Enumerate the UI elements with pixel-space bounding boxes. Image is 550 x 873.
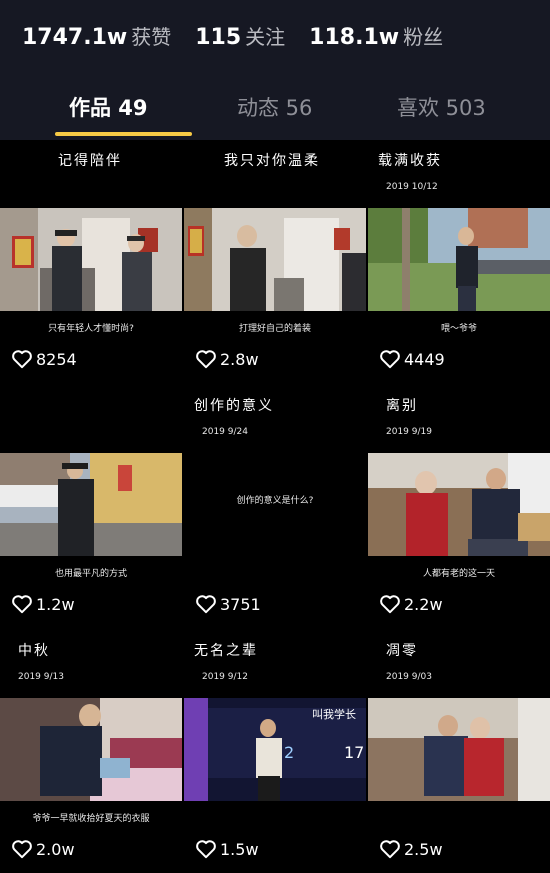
like-count[interactable]: 3751 bbox=[195, 594, 261, 614]
heart-outline-icon bbox=[380, 840, 400, 859]
heart-outline-icon bbox=[12, 840, 32, 859]
like-count-value: 1.5w bbox=[220, 839, 259, 859]
following-count: 115 bbox=[195, 24, 242, 50]
video-date: 2019 9/19 bbox=[386, 427, 432, 437]
heart-outline-icon bbox=[380, 350, 400, 369]
stage-banner-text: 叫我学长 bbox=[312, 707, 356, 721]
like-count[interactable]: 8254 bbox=[11, 349, 77, 369]
video-title: 中秋 bbox=[18, 643, 50, 659]
video-title: 离别 bbox=[386, 398, 418, 414]
heart-outline-icon bbox=[12, 350, 32, 369]
stat-following[interactable]: 115 关注 bbox=[195, 21, 285, 50]
video-card[interactable]: 创作的意义 2019 9/24 创作的意义是什么? 3751 bbox=[184, 385, 366, 627]
profile-tabs: 作品 49 动态 56 喜欢 503 bbox=[0, 70, 550, 140]
video-thumbnail bbox=[0, 453, 182, 556]
video-title: 我只对你温柔 bbox=[224, 153, 320, 169]
like-count-value: 1.2w bbox=[36, 594, 75, 614]
video-card[interactable]: 离别 2019 9/19 人都有老的这一天 2.2w bbox=[368, 385, 550, 627]
stage-number-right: 17 bbox=[344, 743, 364, 762]
likes-count: 1747.1w bbox=[22, 24, 128, 50]
like-count[interactable]: 2.0w bbox=[11, 839, 75, 859]
video-caption: 人都有老的这一天 bbox=[422, 569, 495, 579]
video-caption: 也用最平凡的方式 bbox=[54, 569, 127, 579]
video-thumbnail bbox=[368, 698, 550, 801]
video-title: 载满收获 bbox=[378, 153, 442, 169]
video-caption: 只有年轻人才懂时尚? bbox=[48, 324, 134, 334]
video-grid: 记得陪伴 只有年轻人才懂时尚? 8254 我只对你温柔 打理好自己的着装 2.8… bbox=[0, 140, 550, 873]
like-count-value: 2.2w bbox=[404, 594, 443, 614]
stage-number-left: 2 bbox=[284, 743, 294, 762]
fans-count: 118.1w bbox=[309, 24, 400, 50]
stat-likes[interactable]: 1747.1w 获赞 bbox=[22, 21, 171, 50]
video-card[interactable]: 我只对你温柔 打理好自己的着装 2.8w bbox=[184, 140, 366, 382]
like-count[interactable]: 2.2w bbox=[379, 594, 443, 614]
stat-fans[interactable]: 118.1w 粉丝 bbox=[309, 21, 443, 50]
heart-outline-icon bbox=[196, 595, 216, 614]
video-card[interactable]: 无名之辈 2019 9/12 叫我学长 2 17 1.5w bbox=[184, 630, 366, 872]
heart-outline-icon bbox=[12, 595, 32, 614]
video-title: 记得陪伴 bbox=[58, 153, 122, 169]
like-count[interactable]: 1.2w bbox=[11, 594, 75, 614]
video-caption: 喂～爷爷 bbox=[440, 324, 477, 334]
following-label: 关注 bbox=[245, 24, 286, 49]
video-caption: 打理好自己的着装 bbox=[238, 324, 311, 334]
profile-stats-bar: 1747.1w 获赞 115 关注 118.1w 粉丝 bbox=[0, 0, 550, 70]
like-count[interactable]: 4449 bbox=[379, 349, 445, 369]
like-count[interactable]: 2.5w bbox=[379, 839, 443, 859]
heart-outline-icon bbox=[196, 840, 216, 859]
like-count-value: 3751 bbox=[220, 594, 261, 614]
video-title: 创作的意义 bbox=[194, 398, 274, 414]
video-thumbnail bbox=[368, 453, 550, 556]
likes-label: 获赞 bbox=[131, 24, 172, 49]
active-tab-indicator bbox=[55, 132, 192, 136]
video-card[interactable]: 载满收获 2019 10/12 喂～爷爷 4449 bbox=[368, 140, 550, 382]
heart-outline-icon bbox=[380, 595, 400, 614]
video-card[interactable]: 记得陪伴 只有年轻人才懂时尚? 8254 bbox=[0, 140, 182, 382]
like-count[interactable]: 1.5w bbox=[195, 839, 259, 859]
video-date: 2019 9/12 bbox=[202, 672, 248, 682]
video-thumbnail bbox=[368, 208, 550, 311]
video-date: 2019 9/24 bbox=[202, 427, 248, 437]
video-card[interactable]: 也用最平凡的方式 1.2w bbox=[0, 385, 182, 627]
fans-label: 粉丝 bbox=[403, 24, 444, 49]
video-date: 2019 9/03 bbox=[386, 672, 432, 682]
tab-activity[interactable]: 动态 56 bbox=[237, 92, 312, 122]
video-date: 2019 9/13 bbox=[18, 672, 64, 682]
like-count[interactable]: 2.8w bbox=[195, 349, 259, 369]
video-thumbnail bbox=[184, 208, 366, 311]
like-count-value: 2.5w bbox=[404, 839, 443, 859]
tab-works[interactable]: 作品 49 bbox=[69, 92, 148, 122]
like-count-value: 2.8w bbox=[220, 349, 259, 369]
heart-outline-icon bbox=[196, 350, 216, 369]
video-date: 2019 10/12 bbox=[386, 182, 438, 192]
video-thumbnail: 叫我学长 2 17 bbox=[184, 698, 366, 801]
video-card[interactable]: 中秋 2019 9/13 爷爷一早就收拾好夏天的衣服 2.0w bbox=[0, 630, 182, 872]
tab-liked[interactable]: 喜欢 503 bbox=[397, 92, 486, 122]
video-card[interactable]: 凋零 2019 9/03 2.5w bbox=[368, 630, 550, 872]
video-title: 无名之辈 bbox=[194, 643, 258, 659]
like-count-value: 8254 bbox=[36, 349, 77, 369]
video-title: 凋零 bbox=[386, 643, 418, 659]
video-thumbnail bbox=[0, 208, 182, 311]
like-count-value: 4449 bbox=[404, 349, 445, 369]
video-caption: 创作的意义是什么? bbox=[236, 496, 314, 506]
video-thumbnail bbox=[0, 698, 182, 801]
video-caption: 爷爷一早就收拾好夏天的衣服 bbox=[32, 814, 150, 824]
like-count-value: 2.0w bbox=[36, 839, 75, 859]
